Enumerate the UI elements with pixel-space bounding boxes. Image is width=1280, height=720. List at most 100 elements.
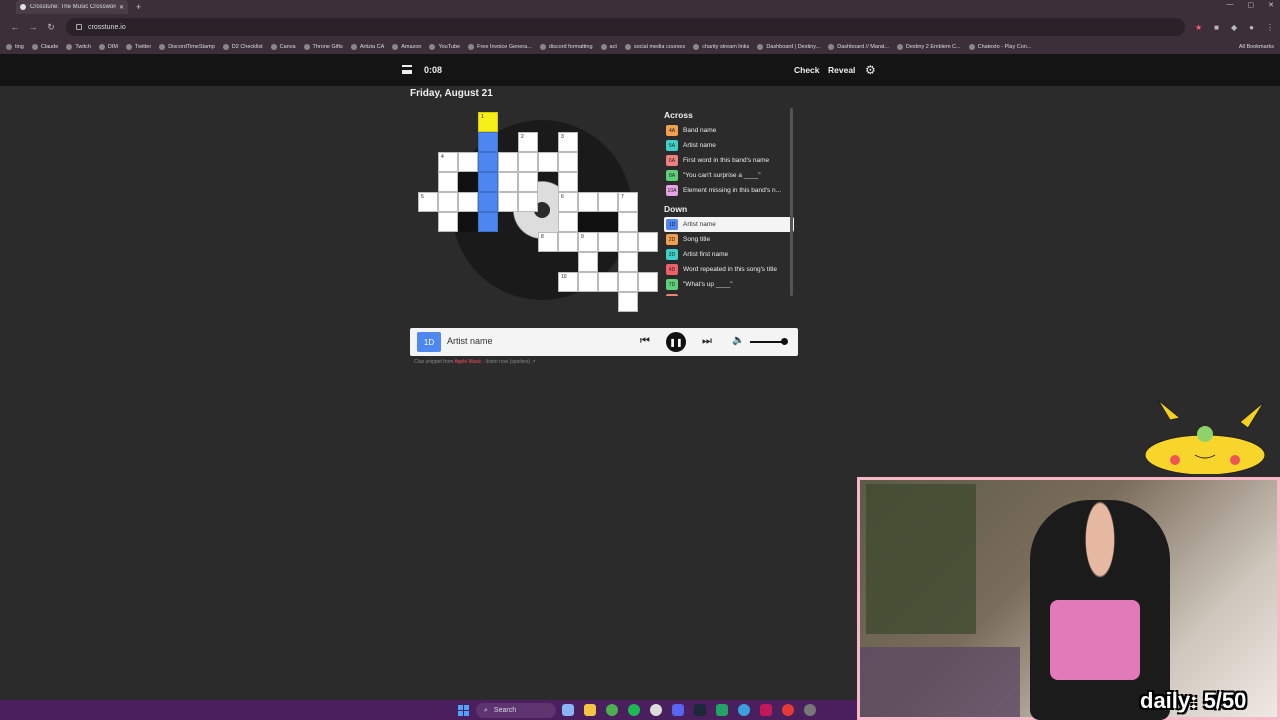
volume-slider-knob[interactable] <box>781 338 788 345</box>
clue-item[interactable]: 4D Word repeated in this song's title <box>664 262 794 277</box>
grid-cell[interactable]: 4 <box>438 152 458 172</box>
grid-cell[interactable] <box>518 172 538 192</box>
forward-icon[interactable]: → <box>24 22 42 32</box>
bookmark-item[interactable]: discord formatting <box>539 44 593 50</box>
bookmark-item[interactable]: D2 Checklist <box>222 44 263 50</box>
grid-cell[interactable] <box>458 152 478 172</box>
site-info-icon[interactable] <box>76 24 82 30</box>
grid-cell[interactable]: 10 <box>558 272 578 292</box>
spotify-icon[interactable] <box>628 704 640 716</box>
grid-cell[interactable] <box>618 212 638 232</box>
grid-cell[interactable] <box>578 192 598 212</box>
grid-cell[interactable]: 6 <box>558 192 578 212</box>
bookmark-item[interactable]: Dashboard // Marat... <box>828 44 889 50</box>
file-explorer-icon[interactable] <box>584 704 596 716</box>
clue-item[interactable]: 5A Artist name <box>664 138 794 153</box>
record-icon[interactable] <box>782 704 794 716</box>
reveal-button[interactable]: Reveal <box>828 65 855 75</box>
close-tab-icon[interactable]: ✕ <box>119 4 124 11</box>
grid-cell[interactable] <box>618 232 638 252</box>
bookmark-item[interactable]: Amazon <box>392 44 421 50</box>
url-field[interactable]: crosstune.io <box>66 18 1185 36</box>
bookmark-item[interactable]: DIM <box>98 44 118 50</box>
clue-item[interactable]: 6A First word in this band's name <box>664 153 794 168</box>
grid-cell[interactable]: 5 <box>418 192 438 212</box>
grid-cell[interactable] <box>558 172 578 192</box>
maximize-icon[interactable]: ▢ <box>1248 1 1255 9</box>
bookmark-item[interactable]: YouTube <box>429 44 460 50</box>
bookmark-item[interactable]: Canva <box>270 44 296 50</box>
grid-cell[interactable] <box>458 192 478 212</box>
extension-icon[interactable]: ■ <box>1214 23 1219 32</box>
chrome-icon[interactable] <box>606 704 618 716</box>
clue-item[interactable]: 3D Artist first name <box>664 247 794 262</box>
bookmark-item[interactable]: act <box>600 44 617 50</box>
grid-cell[interactable]: 3 <box>558 132 578 152</box>
bookmark-star-icon[interactable]: ★ <box>1195 23 1202 32</box>
clue-list-scrollbar[interactable] <box>790 108 793 296</box>
grid-cell[interactable]: 1 <box>478 112 498 132</box>
pause-icon[interactable]: ❚❚ <box>666 332 686 352</box>
grid-cell[interactable] <box>478 212 498 232</box>
grid-cell[interactable] <box>618 292 638 312</box>
bookmark-item[interactable]: Claude <box>31 44 58 50</box>
grid-cell[interactable]: 8 <box>538 232 558 252</box>
grid-cell[interactable] <box>558 212 578 232</box>
gear-icon[interactable]: ⚙ <box>865 63 876 77</box>
grid-cell[interactable] <box>498 152 518 172</box>
close-window-icon[interactable]: ✕ <box>1268 1 1274 9</box>
grid-cell[interactable]: 2 <box>518 132 538 152</box>
browser-tab[interactable]: Crosstune: The Music Crossword ✕ <box>16 0 128 14</box>
more-menu-icon[interactable]: ⋮ <box>1266 23 1274 32</box>
settings-app-icon[interactable] <box>804 704 816 716</box>
grid-cell[interactable] <box>518 192 538 212</box>
grid-cell[interactable] <box>538 152 558 172</box>
grid-cell[interactable] <box>478 152 498 172</box>
grid-cell[interactable]: 7 <box>618 192 638 212</box>
bookmark-item[interactable]: Dashboard | Destiny... <box>757 44 820 50</box>
grid-cell[interactable] <box>558 152 578 172</box>
grid-cell[interactable]: 9 <box>578 232 598 252</box>
grid-cell[interactable] <box>638 272 658 292</box>
app-icon[interactable] <box>760 704 772 716</box>
grid-cell[interactable] <box>578 252 598 272</box>
minimize-icon[interactable]: — <box>1227 1 1234 9</box>
bookmark-item[interactable]: charity stream links <box>693 44 749 50</box>
bookmark-item[interactable]: Throne Gifts <box>303 44 343 50</box>
skip-back-icon[interactable]: ⏮ <box>640 335 650 348</box>
grid-cell[interactable] <box>498 172 518 192</box>
grid-cell[interactable] <box>478 172 498 192</box>
grid-cell[interactable] <box>618 272 638 292</box>
discord-icon[interactable] <box>672 704 684 716</box>
volume-slider[interactable] <box>750 341 784 343</box>
clue-item[interactable]: 1D Artist name <box>664 217 794 232</box>
clue-item[interactable]: 8A "You can't surprise a ____" <box>664 168 794 183</box>
profile-icon[interactable]: ● <box>1249 23 1254 32</box>
grid-cell[interactable] <box>438 192 458 212</box>
clue-item[interactable]: 10A Element missing in this band's n... <box>664 183 794 198</box>
clue-item[interactable]: 9DArtist name <box>664 292 794 296</box>
reload-icon[interactable]: ↻ <box>42 22 60 33</box>
bookmark-item[interactable]: ting <box>6 44 24 50</box>
taskbar-search[interactable]: ⌕ Search <box>476 703 556 718</box>
check-button[interactable]: Check <box>794 65 820 75</box>
grid-cell[interactable] <box>578 272 598 292</box>
grid-cell[interactable] <box>598 232 618 252</box>
windows-start-icon[interactable] <box>458 705 469 716</box>
bookmark-item[interactable]: social media courses <box>624 44 685 50</box>
clue-item[interactable]: 7D "What's up ____" <box>664 277 794 292</box>
taskview-icon[interactable] <box>562 704 574 716</box>
clue-item[interactable]: 4A Band name <box>664 123 794 138</box>
grid-cell[interactable] <box>518 152 538 172</box>
skip-forward-icon[interactable]: ⏭ <box>702 335 712 348</box>
steam-icon[interactable] <box>694 704 706 716</box>
grid-cell[interactable] <box>438 212 458 232</box>
bookmark-item[interactable]: Twitch <box>66 44 91 50</box>
bookmark-item[interactable]: Destiny 2 Emblem C... <box>896 44 961 50</box>
apple-music-link[interactable]: Apple Music <box>454 359 481 365</box>
all-bookmarks-folder[interactable]: All Bookmarks <box>1239 44 1274 50</box>
grid-cell[interactable] <box>618 252 638 272</box>
edge-icon[interactable] <box>738 704 750 716</box>
bookmark-item[interactable]: Aritzia CA <box>350 44 384 50</box>
volume-icon[interactable]: 🔈 <box>732 335 744 346</box>
